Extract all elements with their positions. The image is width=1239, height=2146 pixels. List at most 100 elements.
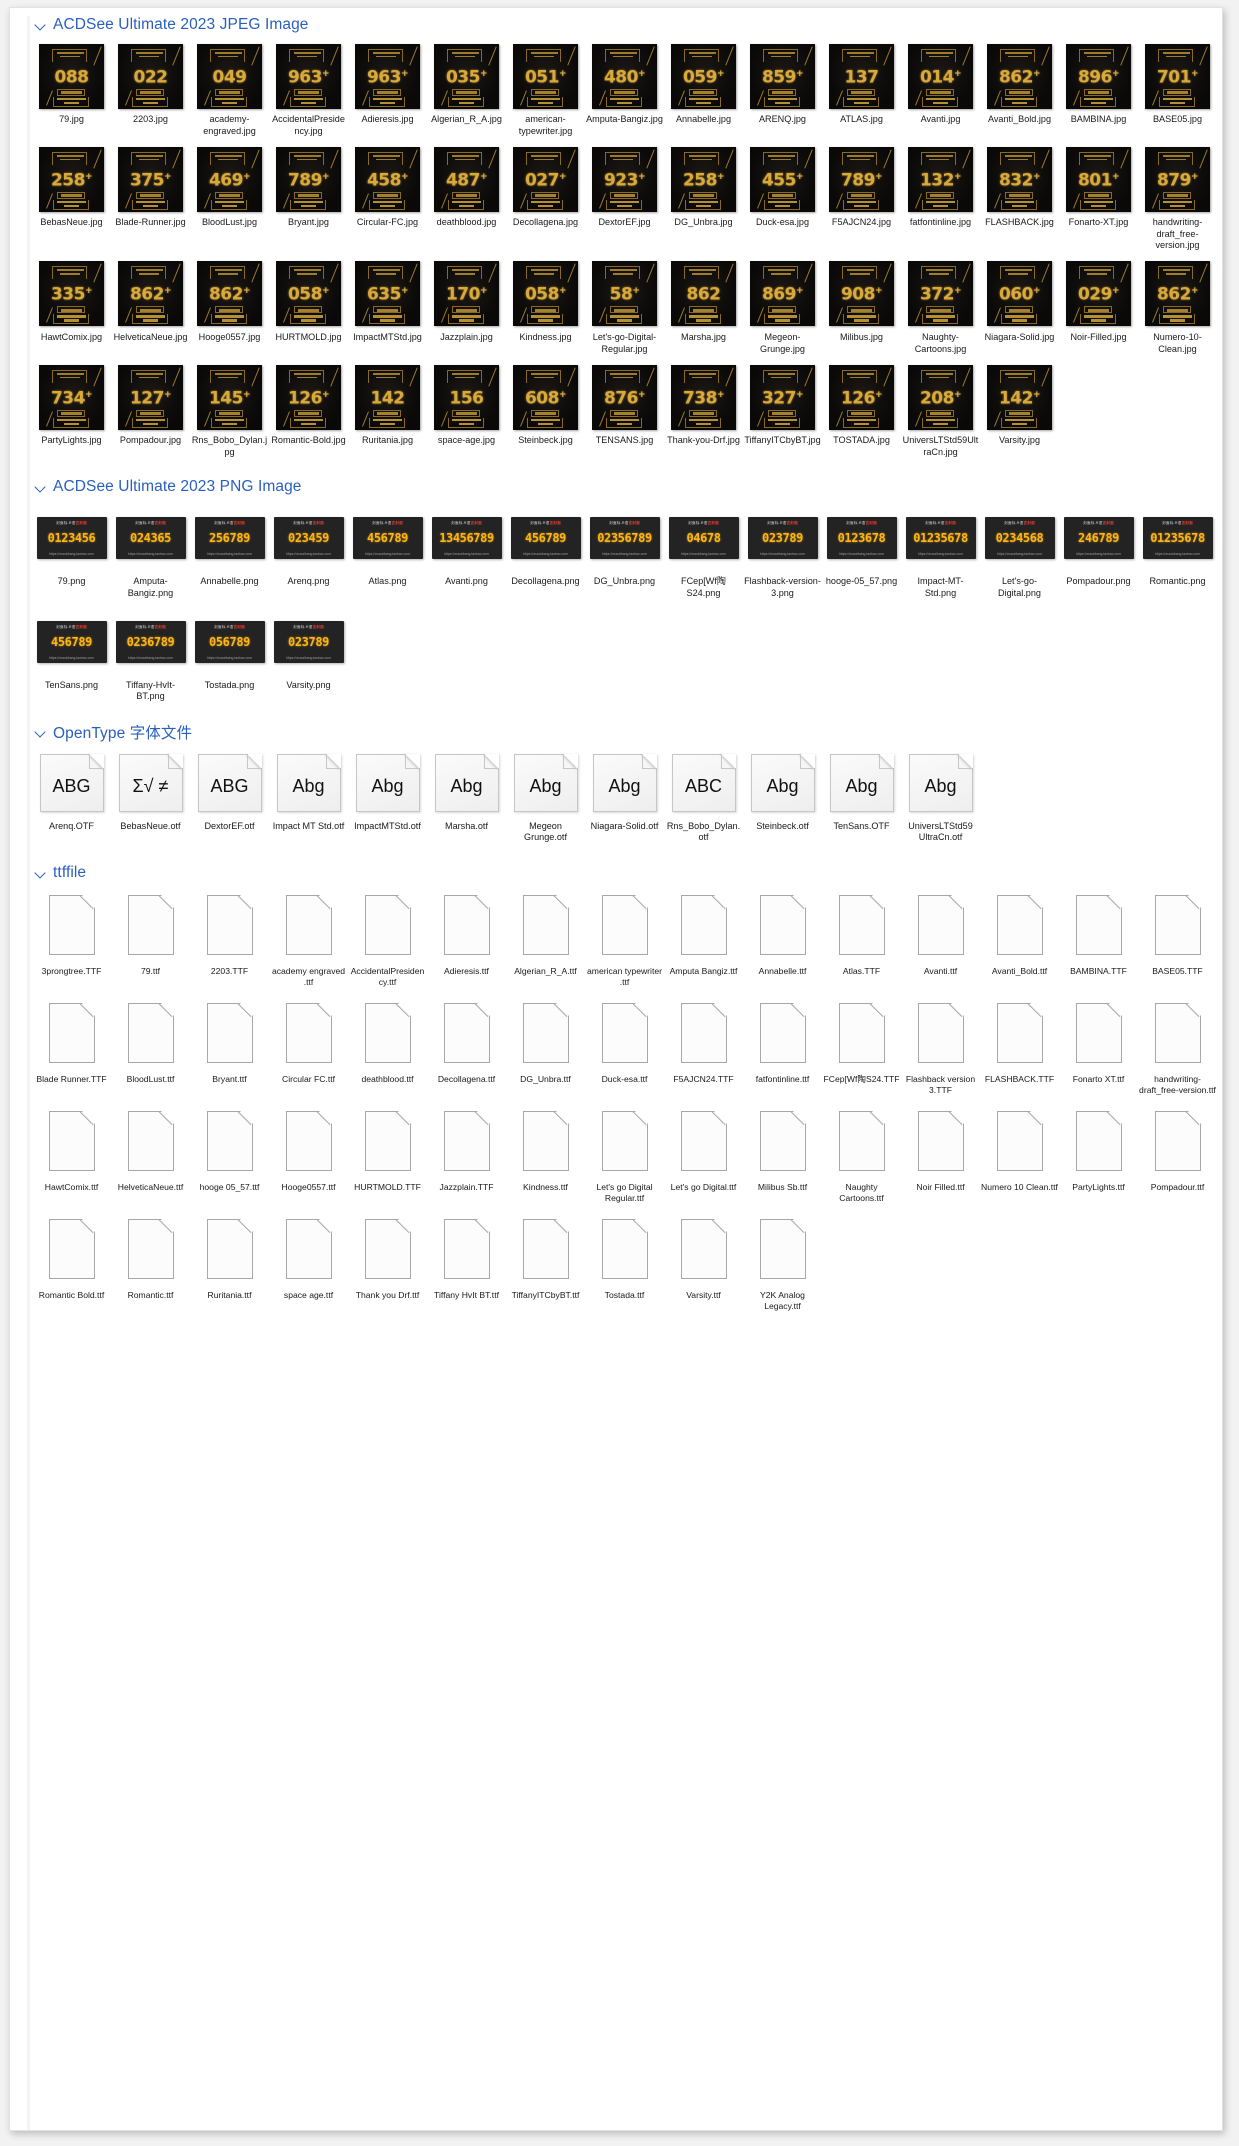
file-item[interactable]: BAMBINA.TTF xyxy=(1059,888,1138,977)
file-item[interactable]: 862 Marsha.jpg xyxy=(664,258,743,344)
file-item[interactable]: HURTMOLD.TTF xyxy=(348,1104,427,1193)
file-item[interactable]: 059+ Annabelle.jpg xyxy=(664,40,743,126)
file-item[interactable]: 058+ HURTMOLD.jpg xyxy=(269,258,348,344)
file-item[interactable]: 封面标-R语言封面 023789 https://wucaibang.taobao.… xyxy=(743,502,822,599)
file-item[interactable]: BloodLust.ttf xyxy=(111,996,190,1085)
file-item[interactable]: F5AJCN24.TTF xyxy=(664,996,743,1085)
file-item[interactable]: Abg Niagara-Solid.otf xyxy=(585,747,664,833)
file-item[interactable]: 145+ Rns_Bobo_Dylan.jpg xyxy=(190,361,269,458)
file-item[interactable]: 608+ Steinbeck.jpg xyxy=(506,361,585,447)
file-item[interactable]: 923+ DextorEF.jpg xyxy=(585,143,664,229)
file-item[interactable]: 封面标-R语言封面 02356789 https://wucaibang.taoba… xyxy=(585,502,664,588)
file-item[interactable]: Romantic Bold.ttf xyxy=(32,1212,111,1301)
file-item[interactable]: Jazzplain.TTF xyxy=(427,1104,506,1193)
file-item[interactable]: ABG DextorEF.otf xyxy=(190,747,269,833)
file-item[interactable]: BASE05.TTF xyxy=(1138,888,1217,977)
file-item[interactable]: 封面标-R语言封面 13456789 https://wucaibang.taoba… xyxy=(427,502,506,588)
file-item[interactable]: Milibus Sb.ttf xyxy=(743,1104,822,1193)
file-item[interactable]: 327+ TiffanyITCbyBT.jpg xyxy=(743,361,822,447)
file-item[interactable]: 455+ Duck-esa.jpg xyxy=(743,143,822,229)
file-item[interactable]: 3prongtree.TTF xyxy=(32,888,111,977)
file-item[interactable]: Bryant.ttf xyxy=(190,996,269,1085)
file-item[interactable]: Let's go Digital.ttf xyxy=(664,1104,743,1193)
file-item[interactable]: Decollagena.ttf xyxy=(427,996,506,1085)
file-item[interactable]: 801+ Fonarto-XT.jpg xyxy=(1059,143,1138,229)
file-item[interactable]: 58+ Let's-go-Digital-Regular.jpg xyxy=(585,258,664,355)
file-item[interactable]: Duck-esa.ttf xyxy=(585,996,664,1085)
file-item[interactable]: Flashback version 3.TTF xyxy=(901,996,980,1096)
file-item[interactable]: Tiffany HvIt BT.ttf xyxy=(427,1212,506,1301)
file-item[interactable]: Abg Impact MT Std.otf xyxy=(269,747,348,833)
file-item[interactable]: 088 79.jpg xyxy=(32,40,111,126)
file-item[interactable]: 789+ Bryant.jpg xyxy=(269,143,348,229)
file-item[interactable]: 封面标-R语言封面 0123456 https://wucaibang.taobao… xyxy=(32,502,111,588)
file-item[interactable]: 058+ Kindness.jpg xyxy=(506,258,585,344)
file-item[interactable]: 734+ PartyLights.jpg xyxy=(32,361,111,447)
file-item[interactable]: 封面标-R语言封面 456789 https://wucaibang.taobao.… xyxy=(506,502,585,588)
file-item[interactable]: 862+ Avanti_Bold.jpg xyxy=(980,40,1059,126)
file-item[interactable]: Varsity.ttf xyxy=(664,1212,743,1301)
file-item[interactable]: Avanti_Bold.ttf xyxy=(980,888,1059,977)
file-item[interactable]: HelveticaNeue.ttf xyxy=(111,1104,190,1193)
file-item[interactable]: Naughty Cartoons.ttf xyxy=(822,1104,901,1204)
file-item[interactable]: 126+ Romantic-Bold.jpg xyxy=(269,361,348,447)
file-item[interactable]: 869+ Megeon-Grunge.jpg xyxy=(743,258,822,355)
file-item[interactable]: 832+ FLASHBACK.jpg xyxy=(980,143,1059,229)
file-item[interactable]: 156 space-age.jpg xyxy=(427,361,506,447)
file-item[interactable]: 132+ fatfontinline.jpg xyxy=(901,143,980,229)
file-item[interactable]: Abg Steinbeck.otf xyxy=(743,747,822,833)
file-item[interactable]: 137 ATLAS.jpg xyxy=(822,40,901,126)
file-item[interactable]: Abg ImpactMTStd.otf xyxy=(348,747,427,833)
file-item[interactable]: HawtComix.ttf xyxy=(32,1104,111,1193)
file-item[interactable]: 封面标-R语言封面 246789 https://wucaibang.taobao.… xyxy=(1059,502,1138,588)
file-item[interactable]: 封面标-R语言封面 04678 https://wucaibang.taobao.c… xyxy=(664,502,743,599)
file-item[interactable]: 908+ Milibus.jpg xyxy=(822,258,901,344)
file-item[interactable]: 封面标-R语言封面 01235678 https://wucaibang.taoba… xyxy=(1138,502,1217,588)
file-item[interactable]: Noir Filled.ttf xyxy=(901,1104,980,1193)
file-item[interactable]: 封面标-R语言封面 0123678 https://wucaibang.taobao… xyxy=(822,502,901,588)
file-item[interactable]: 458+ Circular-FC.jpg xyxy=(348,143,427,229)
file-item[interactable]: 79.ttf xyxy=(111,888,190,977)
file-item[interactable]: Romantic.ttf xyxy=(111,1212,190,1301)
file-item[interactable]: Algerian_R_A.ttf xyxy=(506,888,585,977)
file-item[interactable]: 258+ BebasNeue.jpg xyxy=(32,143,111,229)
file-item[interactable]: 789+ F5AJCN24.jpg xyxy=(822,143,901,229)
file-item[interactable]: 862+ Hooge0557.jpg xyxy=(190,258,269,344)
file-item[interactable]: 2203.TTF xyxy=(190,888,269,977)
file-item[interactable]: Fonarto XT.ttf xyxy=(1059,996,1138,1085)
file-item[interactable]: Atlas.TTF xyxy=(822,888,901,977)
file-item[interactable]: Blade Runner.TTF xyxy=(32,996,111,1085)
file-item[interactable]: 封面标-R语言封面 056789 https://wucaibang.taobao.… xyxy=(190,606,269,692)
file-item[interactable]: Σ√ ≠ BebasNeue.otf xyxy=(111,747,190,833)
file-item[interactable]: ABC Rns_Bobo_Dylan.otf xyxy=(664,747,743,844)
file-item[interactable]: 014+ Avanti.jpg xyxy=(901,40,980,126)
file-item[interactable]: 375+ Blade-Runner.jpg xyxy=(111,143,190,229)
file-item[interactable]: 封面标-R语言封面 456789 https://wucaibang.taobao.… xyxy=(348,502,427,588)
file-item[interactable]: Abg TenSans.OTF xyxy=(822,747,901,833)
file-item[interactable]: Avanti.ttf xyxy=(901,888,980,977)
file-item[interactable]: Numero 10 Clean.ttf xyxy=(980,1104,1059,1193)
file-item[interactable]: 封面标-R语言封面 023459 https://wucaibang.taobao.… xyxy=(269,502,348,588)
file-item[interactable]: Abg Marsha.otf xyxy=(427,747,506,833)
file-item[interactable]: Tostada.ttf xyxy=(585,1212,664,1301)
chevron-down-icon[interactable] xyxy=(33,865,49,881)
chevron-down-icon[interactable] xyxy=(33,479,49,495)
file-item[interactable]: 862+ Numero-10-Clean.jpg xyxy=(1138,258,1217,355)
file-item[interactable]: 208+ UniversLTStd59UltraCn.jpg xyxy=(901,361,980,458)
file-item[interactable]: 258+ DG_Unbra.jpg xyxy=(664,143,743,229)
file-item[interactable]: FLASHBACK.TTF xyxy=(980,996,1059,1085)
file-item[interactable]: space age.ttf xyxy=(269,1212,348,1301)
file-item[interactable]: 022 2203.jpg xyxy=(111,40,190,126)
file-item[interactable]: 862+ HelveticaNeue.jpg xyxy=(111,258,190,344)
file-item[interactable]: fatfontinline.ttf xyxy=(743,996,822,1085)
file-item[interactable]: TiffanyITCbyBT.ttf xyxy=(506,1212,585,1301)
file-item[interactable]: ABG Arenq.OTF xyxy=(32,747,111,833)
file-item[interactable]: 049 academy-engraved.jpg xyxy=(190,40,269,137)
file-item[interactable]: 封面标-R语言封面 023789 https://wucaibang.taobao.… xyxy=(269,606,348,692)
file-item[interactable]: deathblood.ttf xyxy=(348,996,427,1085)
file-item[interactable]: Let's go Digital Regular.ttf xyxy=(585,1104,664,1204)
group-header-png[interactable]: ACDSee Ultimate 2023 PNG Image xyxy=(33,474,1222,500)
file-item[interactable]: Hooge0557.ttf xyxy=(269,1104,348,1193)
file-item[interactable]: Abg UniversLTStd59 UltraCn.otf xyxy=(901,747,980,844)
file-item[interactable]: DG_Unbra.ttf xyxy=(506,996,585,1085)
